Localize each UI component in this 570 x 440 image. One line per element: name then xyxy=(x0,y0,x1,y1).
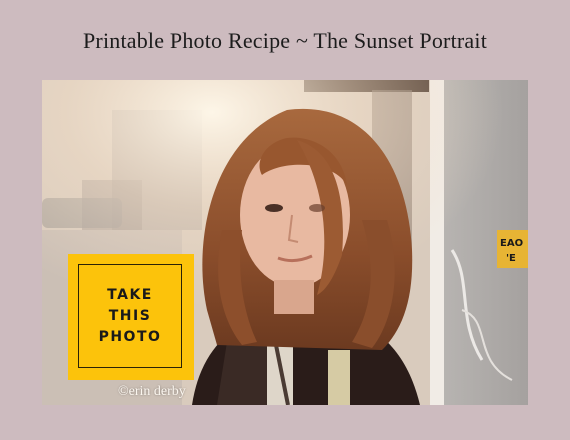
photo-credit: ©erin derby xyxy=(118,384,186,399)
portrait-photo: EAO 'E TAKE THIS PHOTO ©e xyxy=(42,80,528,405)
take-this-photo-badge: TAKE THIS PHOTO xyxy=(68,254,194,380)
page-title: Printable Photo Recipe ~ The Sunset Port… xyxy=(82,28,488,53)
badge-line-this: THIS xyxy=(108,307,152,324)
badge-line-take: TAKE xyxy=(107,286,153,303)
badge-frame: TAKE THIS PHOTO xyxy=(78,264,182,368)
badge-line-photo: PHOTO xyxy=(98,328,162,345)
